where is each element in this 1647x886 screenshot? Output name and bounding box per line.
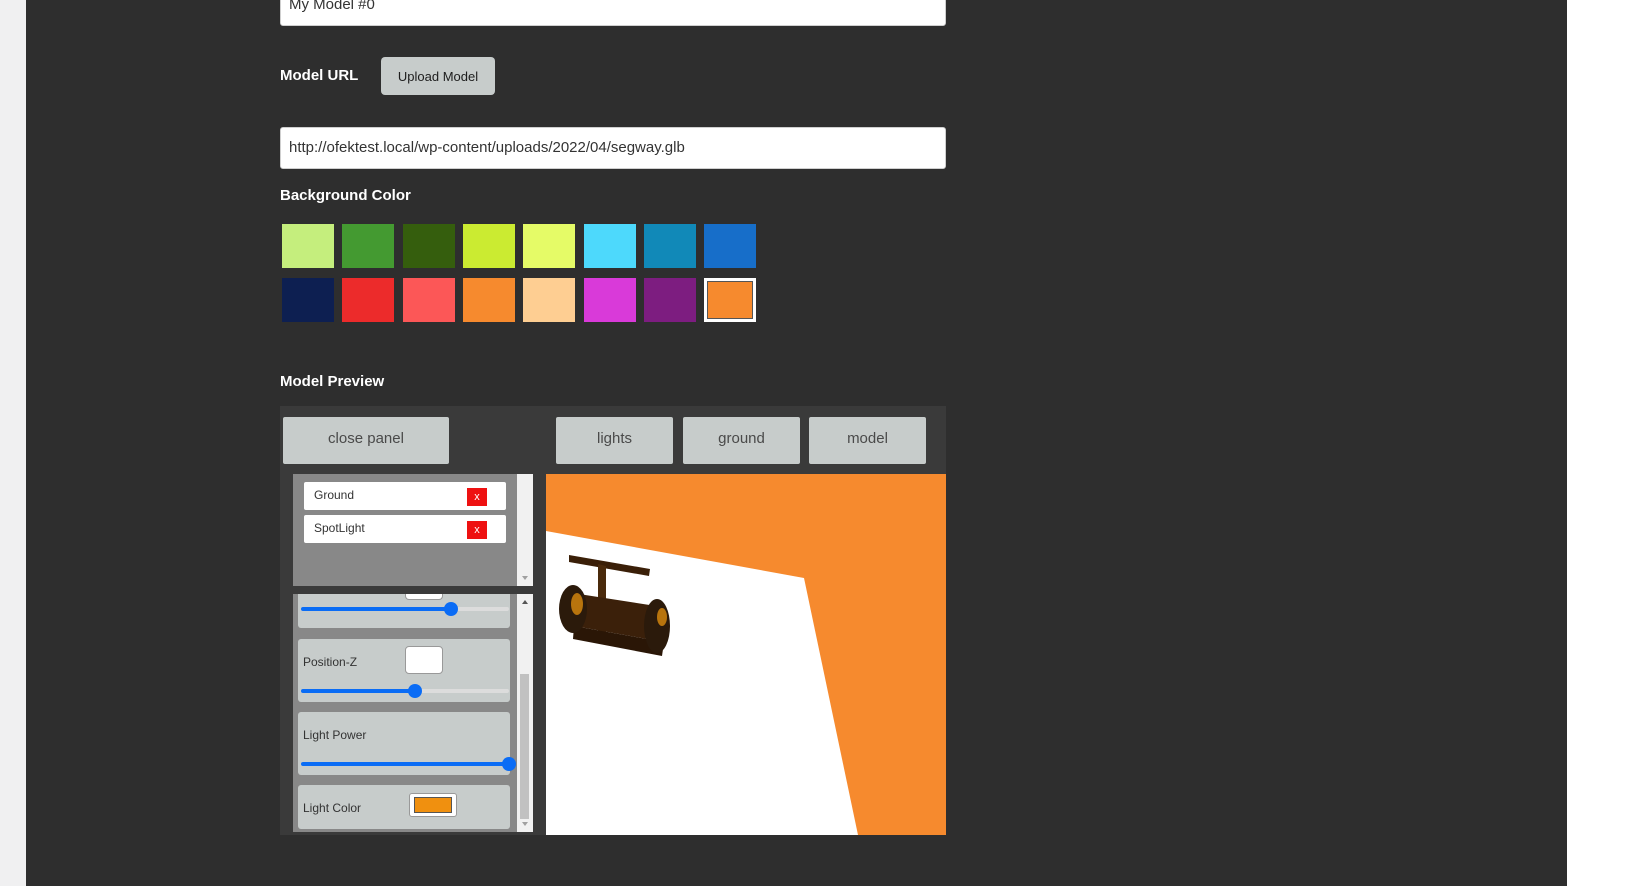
position-z-input[interactable] (405, 646, 443, 674)
color-swatch[interactable] (342, 224, 394, 268)
light-power-slider[interactable] (301, 757, 516, 771)
color-swatch[interactable] (584, 224, 636, 268)
position-z-control: Position-Z (298, 639, 510, 702)
color-swatch[interactable] (463, 278, 515, 322)
color-swatch[interactable] (584, 278, 636, 322)
color-swatch[interactable] (523, 278, 575, 322)
list-item-spotlight[interactable]: SpotLight x (304, 515, 506, 543)
slider-fill (301, 689, 416, 693)
slider-thumb[interactable] (502, 757, 516, 771)
light-power-control: Light Power (298, 712, 516, 775)
model-url-input[interactable] (280, 127, 946, 169)
color-swatch[interactable] (644, 278, 696, 322)
object-name: Ground (314, 488, 355, 502)
position-y-input[interactable] (405, 594, 443, 600)
position-y-slider[interactable] (301, 602, 509, 616)
scroll-down-icon[interactable] (522, 822, 528, 826)
delete-ground-button[interactable]: x (467, 488, 487, 506)
color-swatch[interactable] (704, 224, 756, 268)
slider-fill (301, 762, 509, 766)
ground-plane (546, 531, 858, 835)
background-color-label: Background Color (280, 187, 411, 204)
position-z-label: Position-Z (303, 655, 358, 669)
object-name: SpotLight (314, 521, 365, 535)
slider-fill (301, 607, 451, 611)
3d-viewport[interactable] (546, 474, 946, 835)
color-swatch[interactable] (523, 224, 575, 268)
slider-thumb[interactable] (443, 602, 458, 616)
color-swatch[interactable] (704, 278, 756, 322)
position-y-control (298, 594, 510, 628)
color-swatch[interactable] (282, 278, 334, 322)
scene-objects-list: Ground x SpotLight x (293, 474, 517, 586)
light-controls-panel: Position-Z Light Power Light Color (293, 594, 517, 832)
objects-scrollbar[interactable] (517, 474, 533, 586)
color-swatch[interactable] (463, 224, 515, 268)
model-name-input[interactable] (280, 0, 946, 26)
list-item-ground[interactable]: Ground x (304, 482, 506, 510)
delete-spotlight-button[interactable]: x (467, 521, 487, 539)
color-swatch[interactable] (403, 278, 455, 322)
color-swatch[interactable] (644, 224, 696, 268)
light-power-label: Light Power (303, 728, 367, 742)
color-swatch[interactable] (342, 278, 394, 322)
slider-thumb[interactable] (408, 684, 423, 698)
scroll-up-icon[interactable] (522, 600, 528, 604)
tab-model[interactable]: model (809, 417, 926, 464)
light-color-value (414, 797, 452, 813)
model-preview-label: Model Preview (280, 373, 385, 390)
tab-lights[interactable]: lights (556, 417, 673, 464)
upload-model-button[interactable]: Upload Model (381, 57, 495, 95)
controls-scrollbar[interactable] (517, 594, 533, 832)
light-color-label: Light Color (303, 801, 362, 815)
light-color-picker[interactable] (409, 793, 457, 817)
tab-ground[interactable]: ground (683, 417, 800, 464)
scene-render (546, 531, 858, 835)
position-z-slider[interactable] (301, 684, 509, 698)
admin-sidebar-edge (0, 0, 26, 886)
page-right-margin (1567, 0, 1647, 886)
scroll-down-icon[interactable] (522, 576, 528, 580)
light-color-control: Light Color (298, 785, 510, 829)
model-url-label: Model URL (280, 67, 359, 84)
close-panel-button[interactable]: close panel (283, 417, 449, 464)
color-swatch[interactable] (282, 224, 334, 268)
color-swatch[interactable] (403, 224, 455, 268)
scroll-thumb[interactable] (520, 674, 529, 819)
